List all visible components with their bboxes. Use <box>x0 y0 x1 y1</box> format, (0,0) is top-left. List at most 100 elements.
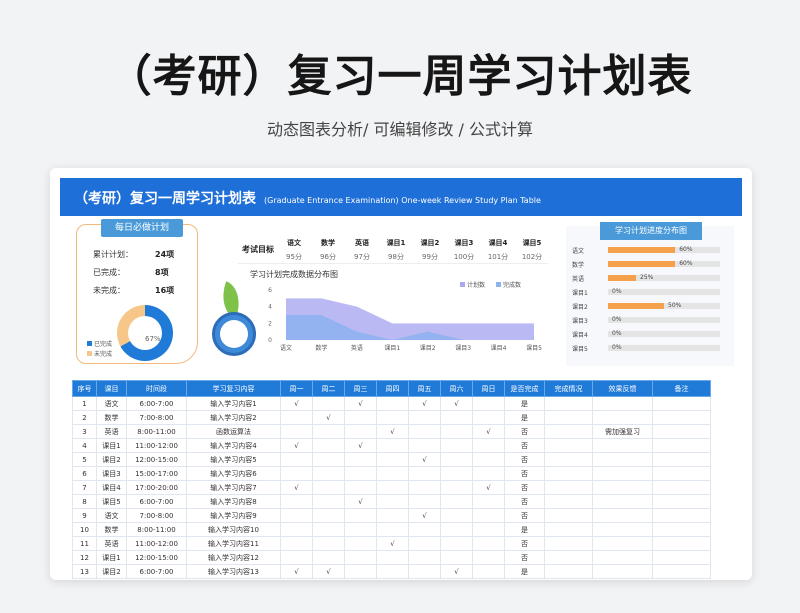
daily-plan-tag: 每日必做计划 <box>101 219 183 237</box>
table-cell <box>472 438 505 453</box>
table-cell: 输入学习内容5 <box>186 452 281 467</box>
table-cell <box>652 522 711 537</box>
table-cell: 函数运算法 <box>186 424 281 439</box>
table-cell <box>376 438 409 453</box>
chart-title: 学习计划完成数据分布图 <box>250 269 338 279</box>
table-cell: 11:00-12:00 <box>126 536 187 551</box>
table-cell <box>544 424 593 439</box>
table-cell <box>440 424 473 439</box>
table-cell <box>344 452 377 467</box>
table-cell <box>408 410 441 425</box>
x-tick-label: 数学 <box>315 344 327 352</box>
table-cell <box>408 564 441 579</box>
completion-chart: 学习计划完成数据分布图 0 2 4 6 语文 数学 英语 课目1 课目2 课目3 课目4 课目5 计划数 完… <box>238 268 550 360</box>
table-cell <box>344 522 377 537</box>
table-cell <box>544 550 593 565</box>
table-cell: √ <box>280 564 313 579</box>
table-cell <box>376 466 409 481</box>
table-cell <box>408 424 441 439</box>
table-cell: 英语 <box>96 536 127 551</box>
column-header: 学习复习内容 <box>186 380 281 397</box>
legend-swatch <box>460 282 465 287</box>
column-header: 效果反馈 <box>592 380 653 397</box>
table-cell <box>592 550 653 565</box>
table-cell: 12:00-15:00 <box>126 550 187 565</box>
table-cell: 数学 <box>96 522 127 537</box>
progress-track <box>608 275 720 281</box>
progress-row: 英语 25% <box>572 274 730 283</box>
table-cell: 2 <box>72 410 97 425</box>
table-row: 8 课目5 6:00-7:00 输入学习内容8 √ 否 <box>72 494 711 509</box>
progress-track <box>608 317 720 323</box>
table-cell <box>472 522 505 537</box>
table-cell <box>592 508 653 523</box>
table-cell <box>312 494 345 509</box>
table-cell <box>440 550 473 565</box>
table-cell <box>408 438 441 453</box>
table-cell: 输入学习内容6 <box>186 466 281 481</box>
table-row: 2 数学 7:00-8:00 输入学习内容2 √ 是 <box>72 410 711 425</box>
table-cell <box>440 438 473 453</box>
progress-fill <box>608 261 676 267</box>
table-cell: √ <box>472 424 505 439</box>
table-row: 12 课目1 12:00-15:00 输入学习内容12 否 <box>72 550 711 565</box>
table-cell <box>440 494 473 509</box>
column-header: 时间段 <box>126 380 187 397</box>
table-cell: 课目4 <box>96 480 127 495</box>
table-cell: 课目1 <box>96 438 127 453</box>
table-cell <box>280 508 313 523</box>
table-cell <box>280 424 313 439</box>
table-cell <box>472 494 505 509</box>
table-cell <box>652 438 711 453</box>
table-cell: 13 <box>72 564 97 579</box>
score-col: 课目2 99分 <box>420 239 440 261</box>
table-cell <box>472 536 505 551</box>
table-cell: √ <box>408 452 441 467</box>
table-cell <box>592 466 653 481</box>
table-cell: √ <box>408 508 441 523</box>
score-col: 语文 95分 <box>286 239 302 261</box>
progress-row: 课目4 0% <box>572 330 730 339</box>
table-cell <box>544 396 593 411</box>
column-header: 周四 <box>376 380 409 397</box>
table-cell <box>440 410 473 425</box>
table-cell: 11 <box>72 536 97 551</box>
table-cell <box>472 550 505 565</box>
table-cell: 语文 <box>96 508 127 523</box>
table-cell: 12:00-15:00 <box>126 452 187 467</box>
progress-row: 语文 60% <box>572 246 730 255</box>
banner-english-title: (Graduate Entrance Examination) One-week… <box>264 196 541 205</box>
table-cell <box>592 396 653 411</box>
score-col: 课目3 100分 <box>453 239 475 261</box>
table-cell: 否 <box>504 508 545 523</box>
table-cell <box>544 536 593 551</box>
table-cell <box>280 452 313 467</box>
table-cell <box>652 466 711 481</box>
progress-track <box>608 303 720 309</box>
table-cell <box>344 550 377 565</box>
table-cell <box>472 396 505 411</box>
column-header: 周六 <box>440 380 473 397</box>
score-col: 英语 97分 <box>354 239 370 261</box>
table-cell: 是 <box>504 522 545 537</box>
table-cell <box>344 536 377 551</box>
table-cell: 否 <box>504 494 545 509</box>
table-cell: 6:00-7:00 <box>126 494 187 509</box>
table-cell: 需加强复习 <box>592 424 653 439</box>
progress-value: 60% <box>679 246 693 253</box>
table-cell: 17:00-20:00 <box>126 480 187 495</box>
table-cell <box>472 410 505 425</box>
table-cell <box>408 550 441 565</box>
table-cell: 3 <box>72 424 97 439</box>
x-tick-label: 语文 <box>280 344 292 352</box>
table-row: 4 课目1 11:00-12:00 输入学习内容4 √ √ 否 <box>72 438 711 453</box>
progress-value: 0% <box>612 330 622 337</box>
table-cell <box>472 466 505 481</box>
table-cell: √ <box>472 480 505 495</box>
table-cell: 输入学习内容7 <box>186 480 281 495</box>
table-cell <box>652 494 711 509</box>
spreadsheet-preview: （考研）复习一周学习计划表 (Graduate Entrance Examina… <box>50 168 752 580</box>
table-cell <box>440 522 473 537</box>
table-cell <box>344 466 377 481</box>
table-cell <box>652 564 711 579</box>
